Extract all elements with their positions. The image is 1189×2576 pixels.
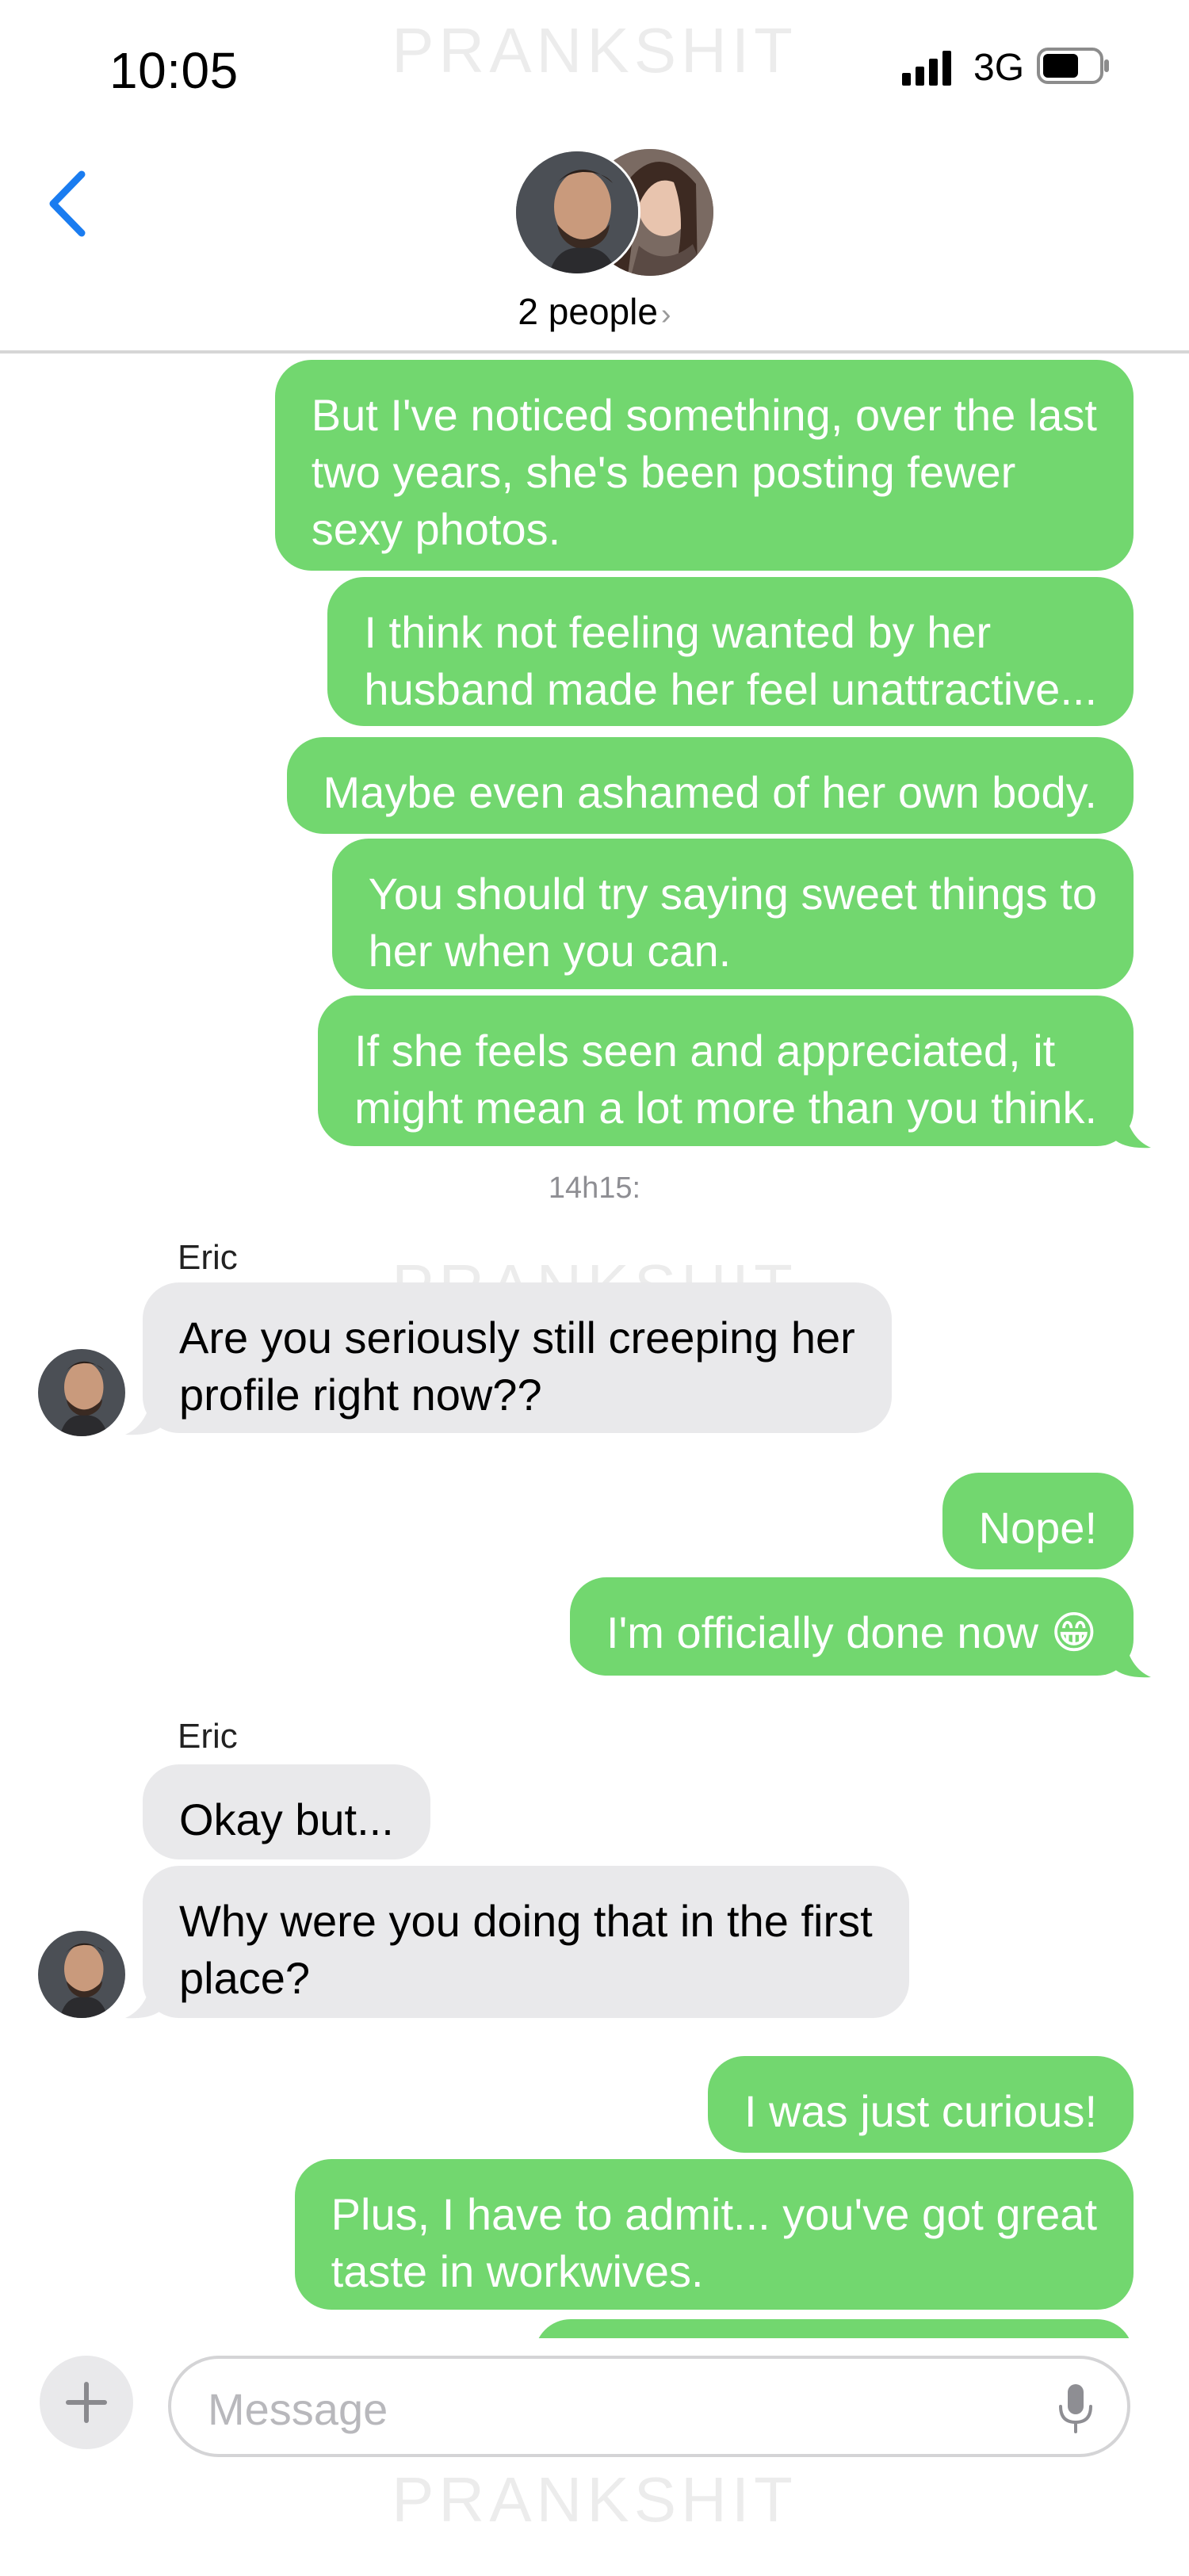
message-line: I think not feeling wanted by her (364, 607, 992, 657)
watermark-bottom: PRANKSHIT (392, 2464, 797, 2535)
message-bubble-incoming[interactable]: Are you seriously still creeping her pro… (143, 1282, 892, 1433)
group-label: 2 people (518, 291, 658, 332)
plus-icon (66, 2382, 107, 2423)
message-line: her when you can. (368, 926, 732, 976)
message-timestamp: 14h15: (548, 1171, 641, 1205)
message-bubble-outgoing[interactable]: I think not feeling wanted by her husban… (327, 577, 1134, 726)
message-line: place? (179, 1953, 311, 2003)
message-bubble-outgoing[interactable]: Maybe even ashamed of her own body. (286, 737, 1134, 834)
message-line: husband made her feel unattractive... (364, 664, 1097, 714)
avatar-eric[interactable] (38, 1349, 125, 1436)
avatar-eric[interactable] (38, 1931, 125, 2018)
back-button[interactable] (44, 168, 91, 239)
message-line: Maybe even ashamed of her own body. (323, 767, 1097, 817)
network-type: 3G (973, 47, 1025, 89)
message-line: Why were you doing that in the first (179, 1896, 873, 1946)
message-line: two years, she's been posting fewer (311, 447, 1016, 497)
group-avatar[interactable] (514, 149, 713, 276)
message-bubble-outgoing[interactable]: If she feels seen and appreciated, it mi… (318, 996, 1134, 1146)
message-bubble-incoming[interactable]: Okay but... (143, 1764, 430, 1859)
sender-name: Eric (178, 1717, 238, 1756)
message-line: I was just curious! (744, 2086, 1097, 2136)
message-line: Are you seriously still creeping her (179, 1313, 855, 1363)
message-line: But I've noticed something, over the las… (311, 390, 1097, 440)
message-line: If she feels seen and appreciated, it (354, 1026, 1056, 1076)
message-bubble-outgoing[interactable]: You should try saying sweet things to he… (331, 839, 1134, 989)
message-line: sexy photos. (311, 504, 561, 554)
message-bubble-outgoing[interactable]: But I've noticed something, over the las… (274, 360, 1134, 571)
sender-name: Eric (178, 1238, 238, 1277)
message-line: Nope! (978, 1503, 1097, 1553)
message-line: taste in workwives. (331, 2246, 704, 2296)
message-line: profile right now?? (179, 1370, 542, 1420)
message-input[interactable] (206, 2379, 1002, 2438)
group-title[interactable]: 2 people › (0, 290, 1189, 333)
message-line: Plus, I have to admit... you've got grea… (331, 2189, 1097, 2239)
avatar-man (514, 149, 640, 276)
message-line: Okay but... (179, 1794, 394, 1844)
message-line: I'm officially done now 😁 (606, 1607, 1097, 1657)
header-divider (0, 350, 1189, 354)
battery-icon (1037, 48, 1109, 84)
signal-bars-icon (902, 51, 951, 86)
bubble-tail (1113, 1106, 1151, 1148)
bubble-tail (1113, 1636, 1151, 1678)
bubble-tail (125, 1977, 163, 2019)
message-line: You should try saying sweet things to (368, 869, 1097, 919)
message-bubble-outgoing[interactable]: Nope! (942, 1473, 1134, 1569)
status-time: 10:05 (109, 42, 239, 99)
message-bubble-incoming[interactable]: Why were you doing that in the first pla… (143, 1866, 909, 2018)
chevron-right-icon: › (660, 298, 671, 331)
message-bubble-outgoing[interactable]: I was just curious! (707, 2056, 1134, 2153)
add-attachment-button[interactable] (40, 2356, 133, 2449)
message-bubble-outgoing[interactable]: Plus, I have to admit... you've got grea… (294, 2159, 1134, 2310)
message-field[interactable] (168, 2356, 1130, 2457)
watermark-top: PRANKSHIT (392, 15, 797, 86)
microphone-icon[interactable] (1056, 2383, 1095, 2435)
message-line: might mean a lot more than you think. (354, 1083, 1097, 1133)
bubble-tail (125, 1393, 163, 1435)
message-bubble-outgoing[interactable]: I'm officially done now 😁 (570, 1577, 1134, 1676)
